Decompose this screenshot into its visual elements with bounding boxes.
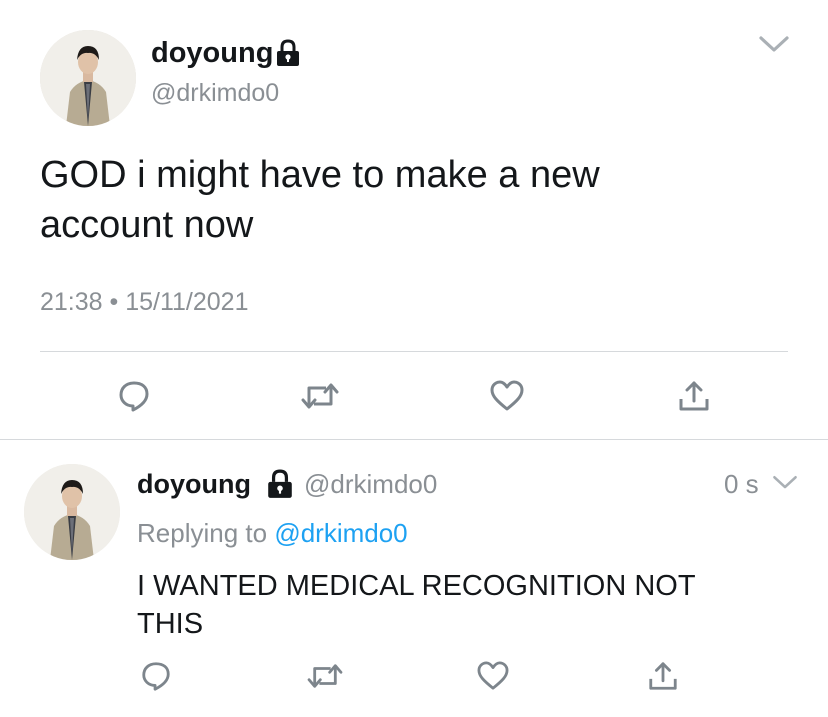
handle[interactable]: @drkimdo0 [151, 78, 279, 108]
divider [0, 439, 828, 440]
lock-icon [265, 469, 295, 499]
avatar[interactable] [40, 30, 136, 126]
heart-icon[interactable] [476, 661, 510, 691]
replying-to-label: Replying to [137, 518, 268, 548]
tweet-text: GOD i might have to make a new account n… [40, 150, 600, 250]
heart-icon[interactable] [489, 380, 525, 412]
time-ago[interactable]: 0 s [724, 468, 759, 500]
share-icon[interactable] [677, 379, 711, 413]
replying-to: Replying to @drkimdo0 [137, 517, 408, 549]
share-icon[interactable] [647, 660, 679, 692]
chevron-down-icon[interactable] [772, 474, 798, 492]
display-name[interactable]: doyoung [151, 35, 273, 71]
reply-icon[interactable] [140, 660, 172, 692]
display-name[interactable]: doyoung [137, 468, 251, 500]
divider [40, 351, 788, 352]
avatar[interactable] [24, 464, 120, 560]
lock-icon [275, 39, 301, 67]
reply-icon[interactable] [117, 379, 151, 413]
chevron-down-icon[interactable] [758, 34, 790, 56]
retweet-icon[interactable] [306, 661, 344, 691]
tweet-text-line: THIS [137, 608, 204, 640]
tweet-text-line: I WANTED MEDICAL RECOGNITION NOT [137, 570, 696, 602]
tweet-text: I WANTED MEDICAL RECOGNITION NOT THIS [137, 567, 696, 643]
tweet-text-line: GOD i might have to make a new [40, 154, 600, 196]
retweet-icon[interactable] [300, 380, 340, 412]
handle[interactable]: @drkimdo0 [304, 468, 437, 500]
replying-to-handle[interactable]: @drkimdo0 [274, 518, 407, 548]
timestamp[interactable]: 21:38 • 15/11/2021 [40, 287, 248, 317]
tweet-text-line: account now [40, 204, 254, 246]
